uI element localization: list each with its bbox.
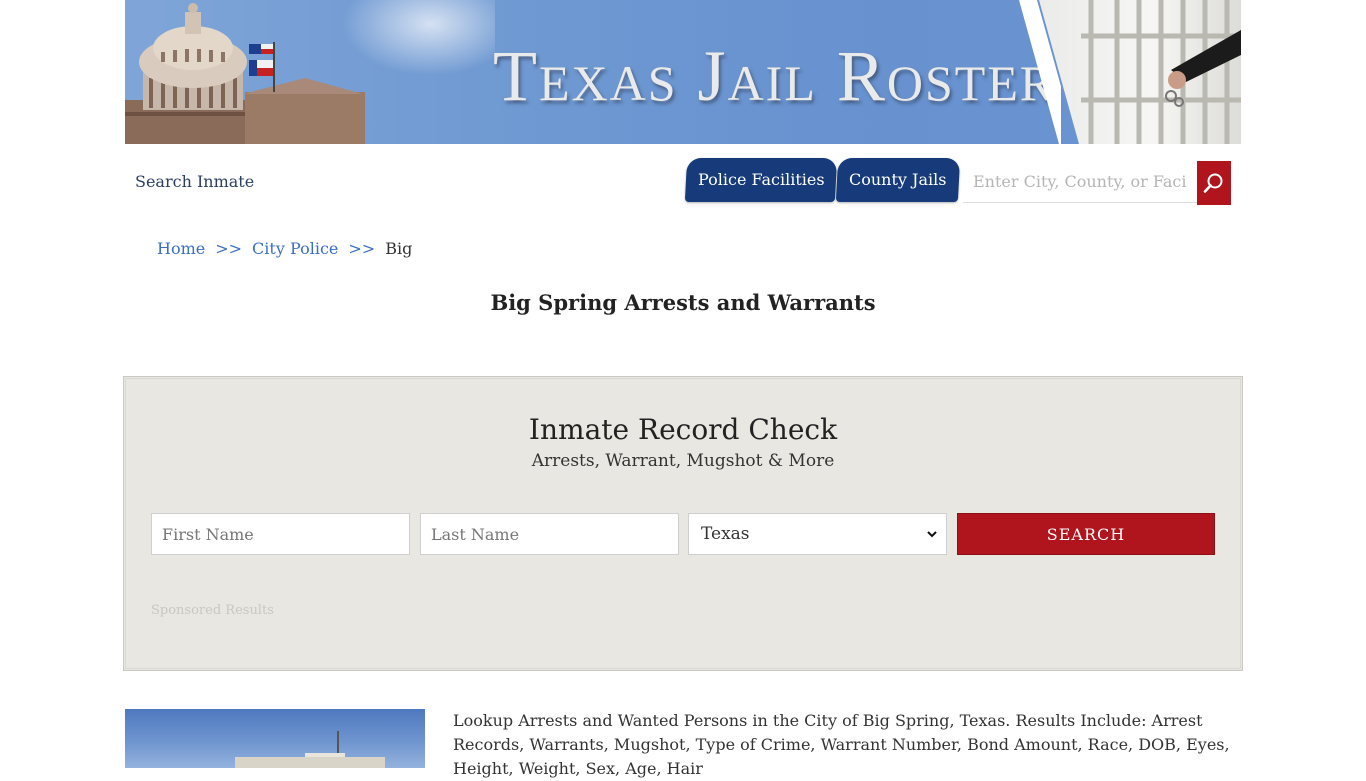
tab-police-facilities-label: Police Facilities bbox=[697, 170, 825, 189]
facility-search-button[interactable] bbox=[1197, 161, 1231, 205]
tab-county-jails[interactable]: County Jails bbox=[835, 158, 961, 202]
record-check-subtitle: Arrests, Warrant, Mugshot & More bbox=[531, 451, 835, 471]
search-button[interactable]: SEARCH bbox=[957, 513, 1215, 555]
page-title: Big Spring Arrests and Warrants bbox=[490, 290, 876, 315]
last-name-input[interactable] bbox=[420, 513, 679, 555]
facility-search-input[interactable] bbox=[963, 161, 1197, 203]
site-banner[interactable]: Texas Jail Roster bbox=[125, 0, 1241, 144]
breadcrumb-separator: >> bbox=[348, 239, 376, 258]
photo-building bbox=[235, 757, 385, 768]
inmate-record-check-panel: Inmate Record Check Arrests, Warrant, Mu… bbox=[123, 376, 1243, 671]
site-title: Texas Jail Roster bbox=[493, 36, 1056, 116]
search-inmate-link[interactable]: Search Inmate bbox=[135, 172, 254, 191]
state-select[interactable]: Texas bbox=[688, 513, 947, 555]
magnifier-icon bbox=[1203, 173, 1223, 193]
sponsored-results-label: Sponsored Results bbox=[151, 603, 274, 618]
breadcrumb-home-link[interactable]: Home bbox=[157, 239, 205, 258]
breadcrumb-current: Big bbox=[385, 239, 413, 258]
chevron-down-icon bbox=[927, 531, 937, 538]
breadcrumb-city-police-link[interactable]: City Police bbox=[252, 239, 338, 258]
city-building-photo bbox=[125, 709, 425, 768]
record-check-title: Inmate Record Check bbox=[528, 413, 838, 446]
tab-county-jails-label: County Jails bbox=[849, 170, 947, 189]
capitol-building-image bbox=[125, 3, 365, 144]
intro-paragraph: Lookup Arrests and Wanted Persons in the… bbox=[453, 711, 1230, 778]
tab-police-facilities[interactable]: Police Facilities bbox=[684, 158, 838, 202]
breadcrumb-separator: >> bbox=[215, 239, 243, 258]
state-select-value: Texas bbox=[701, 524, 750, 544]
first-name-input[interactable] bbox=[151, 513, 410, 555]
breadcrumb: Home >> City Police >> Big bbox=[157, 239, 412, 258]
